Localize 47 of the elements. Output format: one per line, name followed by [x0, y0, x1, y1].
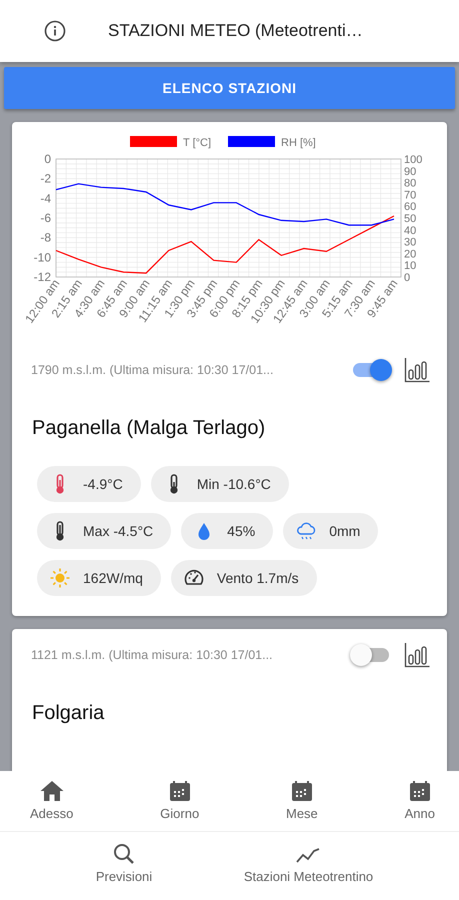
app-title: STAZIONI METEO (Meteotrenti… [108, 21, 363, 41]
station-info: 1121 m.s.l.m. (Ultima misura: 10:30 17/01... [31, 648, 274, 662]
nav-item[interactable]: Previsioni [96, 842, 152, 900]
axis-tick-label: -12 [34, 270, 51, 284]
nav-item[interactable]: Stazioni Meteotrentino [244, 842, 374, 900]
axis-tick-label: -10 [34, 250, 51, 264]
axis-tick-label: 90 [404, 166, 416, 178]
house-icon[interactable] [38, 779, 65, 803]
info-icon[interactable] [44, 20, 66, 42]
axis-tick-label: 50 [404, 213, 416, 225]
station-name: Paganella (Malga Terlago) [31, 416, 266, 440]
axis-tick-label: 80 [404, 178, 416, 190]
axis-tick-label: 10 [404, 260, 416, 272]
sun-icon [49, 567, 71, 589]
nav-item[interactable]: Anno [404, 779, 435, 831]
reading-chip: Vento 1.7m/s [170, 560, 317, 596]
axis-tick-label: -8 [40, 230, 51, 245]
reading-chip: 0mm [283, 513, 378, 549]
nav-item[interactable]: Adesso [30, 779, 74, 831]
bar-chart-icon[interactable] [404, 357, 431, 383]
station-name: Folgaria [31, 701, 106, 725]
reading-chip: Max -4.5°C [37, 513, 172, 549]
legend-label: T [°C] [183, 137, 212, 149]
legend-swatch [228, 136, 275, 147]
axis-tick-label: 0 [44, 152, 51, 166]
reading-chip: Min -10.6°C [150, 466, 289, 502]
list-button[interactable]: ELENCO STAZIONI [4, 67, 455, 109]
bar-chart-icon[interactable] [404, 642, 431, 668]
nav-item[interactable]: Mese [286, 779, 318, 831]
axis-tick-label: 100 [404, 154, 422, 166]
axis-tick-label: 70 [404, 189, 416, 202]
legend-swatch [130, 136, 177, 147]
rain-cloud-icon [295, 520, 318, 542]
axis-tick-label: -6 [40, 211, 51, 225]
station-info: 1790 m.s.l.m. (Ultima misura: 10:30 17/01... [31, 363, 274, 377]
axis-tick-label: 40 [404, 224, 416, 237]
axis-tick-label: 60 [404, 201, 416, 214]
legend-label: RH [%] [281, 137, 316, 149]
axis-tick-label: -2 [40, 172, 51, 186]
reading-chip: 162W/mq [37, 560, 161, 596]
axis-tick-label: -4 [40, 191, 51, 206]
axis-tick-label: 0 [404, 272, 410, 284]
nav-item[interactable]: Giorno [160, 779, 200, 831]
reading-chip: 45% [181, 513, 274, 549]
reading-chip: -4.9°C [37, 466, 141, 502]
axis-tick-label: 20 [404, 248, 416, 260]
axis-tick-label: 30 [404, 236, 416, 249]
